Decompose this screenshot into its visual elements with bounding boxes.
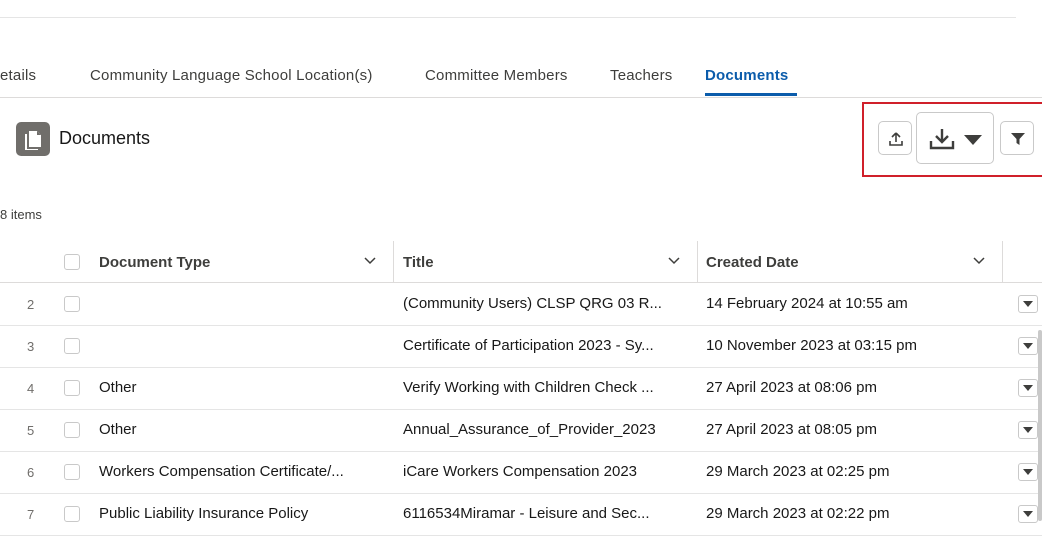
column-header-created-date[interactable]: Created Date: [706, 254, 799, 271]
row-checkbox[interactable]: [64, 296, 80, 312]
tab-divider: [0, 97, 1042, 98]
item-count: 8 items: [0, 207, 42, 222]
row-checkbox[interactable]: [64, 380, 80, 396]
download-icon: [929, 129, 955, 150]
table-row: 7 Public Liability Insurance Policy 611653…: [0, 493, 1042, 536]
table-row: 3 Certificate of Participation 2023 - Sy.…: [0, 325, 1042, 368]
document-type-cell: Workers Compensation Certificate/...: [99, 463, 344, 480]
tab-teachers[interactable]: Teachers: [610, 67, 672, 84]
row-action-menu-button[interactable]: [1018, 463, 1038, 481]
document-type-cell: Other: [99, 379, 137, 396]
top-divider: [0, 17, 1016, 18]
row-action-menu-button[interactable]: [1018, 337, 1038, 355]
upload-button[interactable]: [878, 121, 912, 155]
row-action-menu-button[interactable]: [1018, 295, 1038, 313]
tab-bar: etails Community Language School Locatio…: [0, 62, 1042, 98]
row-number: 5: [27, 423, 35, 438]
title-cell[interactable]: iCare Workers Compensation 2023: [403, 463, 688, 480]
title-cell[interactable]: Certificate of Participation 2023 - Sy..…: [403, 337, 688, 354]
upload-icon: [889, 132, 903, 146]
chevron-down-icon[interactable]: [364, 257, 376, 265]
created-date-cell: 10 November 2023 at 03:15 pm: [706, 337, 917, 354]
table-header: Document Type Title Created Date: [0, 241, 1042, 283]
title-cell[interactable]: Annual_Assurance_of_Provider_2023: [403, 421, 688, 438]
caret-down-icon: [1023, 469, 1033, 475]
table-row: 6 Workers Compensation Certificate/... iCa…: [0, 451, 1042, 494]
filter-button[interactable]: [1000, 121, 1034, 155]
documents-title: Documents: [59, 128, 151, 148]
caret-down-icon: [1023, 385, 1033, 391]
scrollbar[interactable]: [1038, 330, 1042, 521]
column-divider[interactable]: [393, 241, 394, 282]
caret-down-icon: [1023, 343, 1033, 349]
chevron-down-icon[interactable]: [973, 257, 985, 265]
active-tab-indicator: [705, 93, 797, 96]
tab-community-language-school-locations[interactable]: Community Language School Location(s): [90, 67, 373, 84]
title-cell[interactable]: Verify Working with Children Check ...: [403, 379, 688, 396]
caret-down-icon: [1023, 301, 1033, 307]
tab-committee-members[interactable]: Committee Members: [425, 67, 568, 84]
created-date-cell: 27 April 2023 at 08:05 pm: [706, 421, 877, 438]
row-action-menu-button[interactable]: [1018, 379, 1038, 397]
caret-down-icon: [964, 135, 982, 145]
row-action-menu-button[interactable]: [1018, 505, 1038, 523]
column-header-title[interactable]: Title: [403, 254, 434, 271]
created-date-cell: 29 March 2023 at 02:25 pm: [706, 463, 890, 480]
row-action-menu-button[interactable]: [1018, 421, 1038, 439]
column-divider[interactable]: [697, 241, 698, 282]
table-row: 5 Other Annual_Assurance_of_Provider_2023 2…: [0, 409, 1042, 452]
document-type-cell: Other: [99, 421, 137, 438]
row-checkbox[interactable]: [64, 506, 80, 522]
document-type-cell: Public Liability Insurance Policy: [99, 505, 309, 522]
chevron-down-icon[interactable]: [668, 257, 680, 265]
tab-details[interactable]: etails: [0, 67, 36, 84]
row-checkbox[interactable]: [64, 422, 80, 438]
caret-down-icon: [1023, 511, 1033, 517]
table-row: 4 Other Verify Working with Children Check…: [0, 367, 1042, 410]
row-number: 3: [27, 339, 35, 354]
created-date-cell: 14 February 2024 at 10:55 am: [706, 295, 908, 312]
column-divider[interactable]: [1002, 241, 1003, 282]
row-checkbox[interactable]: [64, 464, 80, 480]
row-number: 7: [27, 507, 35, 522]
table-row: 2 (Community Users) CLSP QRG 03 R... 14 Fe…: [0, 283, 1042, 326]
row-checkbox[interactable]: [64, 338, 80, 354]
tab-documents[interactable]: Documents: [705, 67, 788, 84]
download-menu-button[interactable]: [916, 112, 994, 164]
created-date-cell: 27 April 2023 at 08:06 pm: [706, 379, 877, 396]
document-icon: [16, 122, 50, 156]
created-date-cell: 29 March 2023 at 02:22 pm: [706, 505, 890, 522]
row-number: 6: [27, 465, 35, 480]
row-number: 2: [27, 297, 35, 312]
title-cell[interactable]: (Community Users) CLSP QRG 03 R...: [403, 295, 688, 312]
caret-down-icon: [1023, 427, 1033, 433]
column-header-document-type[interactable]: Document Type: [99, 254, 210, 271]
select-all-checkbox[interactable]: [64, 254, 80, 270]
filter-icon: [1011, 133, 1025, 145]
title-cell[interactable]: 6116534Miramar - Leisure and Sec...: [403, 505, 688, 522]
row-number: 4: [27, 381, 35, 396]
